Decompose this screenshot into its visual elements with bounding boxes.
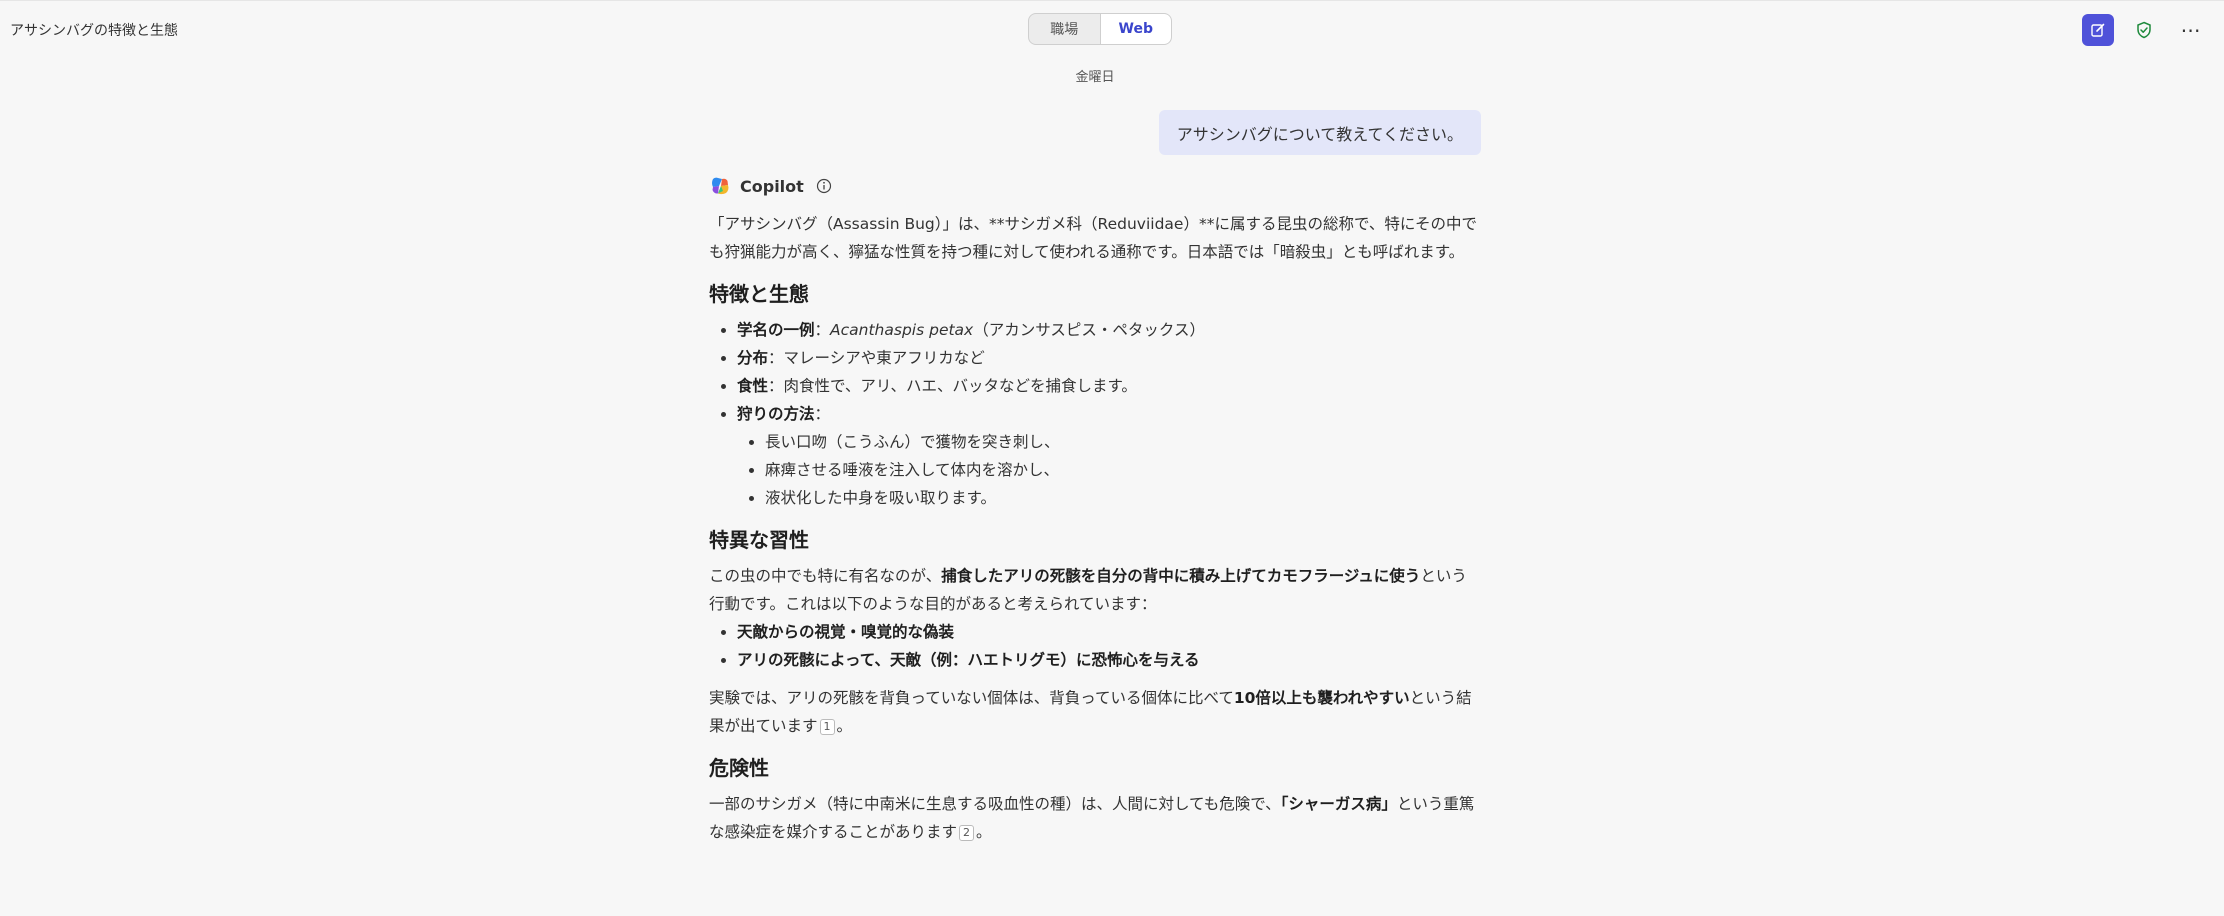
bold-span: 捕食したアリの死骸を自分の背中に積み上げてカモフラージュに使う (941, 567, 1421, 585)
list-item: 分布：マレーシアや東アフリカなど (737, 344, 1481, 372)
bold-span: 「シャーガス病」 (1280, 795, 1397, 813)
text-span: この虫の中でも特に有名なのが、 (709, 567, 942, 585)
citation-badge[interactable]: 2 (959, 825, 975, 841)
item-text: マレーシアや東アフリカなど (783, 349, 985, 367)
sub-list-item: 長い口吻（こうふん）で獲物を突き刺し、 (765, 428, 1481, 456)
item-separator: ： (768, 377, 784, 395)
list-item: 天敵からの視覚・嗅覚的な偽装 (737, 618, 1481, 646)
shield-check-icon (2137, 21, 2151, 39)
top-border (0, 0, 2224, 1)
item-label: 学名の一例 (737, 321, 815, 339)
hunting-steps-list: 長い口吻（こうふん）で獲物を突き刺し、 麻痺させる唾液を注入して体内を溶かし、 … (737, 428, 1481, 512)
features-list: 学名の一例：Acanthaspis petax（アカンサスピス・ペタックス） 分… (709, 316, 1481, 512)
item-separator: ： (768, 349, 784, 367)
item-label: 食性 (737, 377, 769, 395)
item-text: （アカンサスピス・ペタックス） (973, 321, 1205, 339)
bold-span: 天敵からの視覚・嗅覚的な偽装 (737, 623, 955, 641)
new-chat-icon (2091, 23, 2105, 37)
privacy-shield-button[interactable] (2128, 14, 2160, 46)
text-span: 。 (976, 823, 992, 841)
list-item: 狩りの方法： 長い口吻（こうふん）で獲物を突き刺し、 麻痺させる唾液を注入して体… (737, 400, 1481, 512)
item-label: 分布 (737, 349, 769, 367)
sub-list-item: 液状化した中身を吸い取ります。 (765, 484, 1481, 512)
section-heading-features: 特徴と生態 (709, 282, 809, 306)
assistant-answer: Copilot 「アサシンバグ（Assassin Bug）」は、**サシガメ科（… (709, 174, 1481, 846)
new-chat-button[interactable] (2082, 14, 2114, 46)
list-item: 食性：肉食性で、アリ、ハエ、バッタなどを捕食します。 (737, 372, 1481, 400)
habits-paragraph: この虫の中でも特に有名なのが、捕食したアリの死骸を自分の背中に積み上げてカモフラ… (709, 562, 1481, 618)
bold-span: アリの死骸によって、天敵（例：ハエトリグモ）に恐怖心を与える (737, 651, 1200, 669)
sub-list-item: 麻痺させる唾液を注入して体内を溶かし、 (765, 456, 1481, 484)
item-label: 狩りの方法 (737, 405, 815, 423)
user-message: アサシンバグについて教えてください。 (1158, 110, 1481, 155)
tab-work[interactable]: 職場 (1029, 14, 1100, 44)
text-span: 実験では、アリの死骸を背負っていない個体は、背負っている個体に比べて (709, 689, 1234, 707)
more-options-button[interactable]: ⋯ (2174, 14, 2206, 46)
assistant-header: Copilot (709, 174, 1481, 198)
assistant-name: Copilot (740, 176, 804, 196)
list-item: 学名の一例：Acanthaspis petax（アカンサスピス・ペタックス） (737, 316, 1481, 344)
habits-list: 天敵からの視覚・嗅覚的な偽装 アリの死骸によって、天敵（例：ハエトリグモ）に恐怖… (709, 618, 1481, 674)
top-actions: ⋯ (2082, 14, 2206, 46)
intro-paragraph: 「アサシンバグ（Assassin Bug）」は、**サシガメ科（Reduviid… (709, 215, 1478, 261)
day-label: 金曜日 (1075, 70, 1115, 85)
experiment-paragraph: 実験では、アリの死骸を背負っていない個体は、背負っている個体に比べて10倍以上も… (709, 684, 1481, 740)
text-span: 一部のサシガメ（特に中南米に生息する吸血性の種）は、人間に対しても危険で、 (709, 795, 1281, 813)
info-icon[interactable] (816, 178, 832, 194)
bold-span: 10倍以上も襲われやすい (1233, 689, 1410, 707)
citation-badge[interactable]: 1 (819, 719, 835, 735)
text-span: 。 (836, 717, 853, 735)
mode-toggle: 職場 Web (1028, 13, 1172, 45)
copilot-logo-icon (712, 177, 729, 195)
item-separator: ： (814, 405, 831, 423)
list-item: アリの死骸によって、天敵（例：ハエトリグモ）に恐怖心を与える (737, 646, 1481, 674)
item-separator: ： (814, 321, 831, 339)
section-heading-danger: 危険性 (709, 756, 769, 780)
conversation-title: アサシンバグの特徴と生態 (10, 23, 178, 39)
item-text: 肉食性で、アリ、ハエ、バッタなどを捕食します。 (783, 377, 1137, 395)
section-heading-habits: 特異な習性 (709, 528, 809, 552)
scientific-name: Acanthaspis petax (830, 321, 974, 339)
tab-web[interactable]: Web (1099, 14, 1171, 44)
more-icon: ⋯ (2180, 18, 2201, 42)
danger-paragraph: 一部のサシガメ（特に中南米に生息する吸血性の種）は、人間に対しても危険で、「シャ… (709, 790, 1481, 846)
